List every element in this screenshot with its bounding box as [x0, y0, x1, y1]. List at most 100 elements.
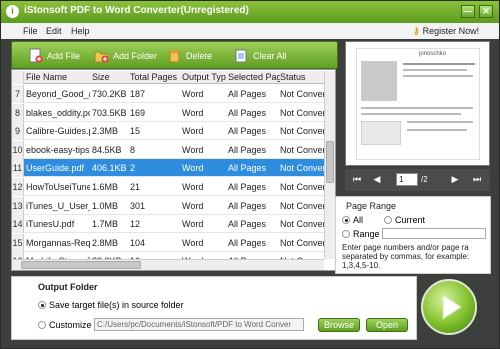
page-range-panel: Page Range All Current Range Enter page …: [335, 196, 491, 274]
col-selected-pages[interactable]: Selected Pag: [228, 72, 280, 82]
table-row[interactable]: blakes_oddity.pc 703.5KB 169 Word All Pages N…: [24, 104, 324, 122]
table-corner: [12, 71, 24, 84]
cell-pages: 2: [130, 163, 136, 174]
menu-edit[interactable]: Edit: [46, 26, 62, 36]
cell-status: Not Conver: [280, 182, 324, 192]
horizontal-scrollbar[interactable]: [13, 259, 324, 270]
row-number: 7: [12, 85, 24, 103]
table-row[interactable]: Calibre-Guides.p 2.3MB 15 Word All Pages Not …: [24, 122, 324, 141]
cell-status: Not Conver: [280, 200, 324, 211]
cell-size: 2.8MB: [92, 237, 119, 248]
preview-line: [361, 113, 461, 115]
play-icon: [442, 294, 462, 320]
row-number: 13: [12, 196, 24, 215]
scroll-thumb[interactable]: [326, 141, 334, 183]
table-row[interactable]: HowToUseiTune: 1.6MB 21 Word All Pages Not Co…: [24, 178, 324, 196]
range-radio[interactable]: [342, 230, 350, 238]
cell-status: Not Conver: [280, 219, 324, 230]
cell-type: Word: [182, 219, 204, 230]
preview-line: [361, 107, 473, 109]
add-file-button[interactable]: Add File: [28, 48, 80, 64]
menu-help[interactable]: Help: [71, 26, 90, 36]
menu-file[interactable]: File: [23, 26, 38, 36]
preview-page: jonoschko: [356, 48, 480, 160]
customize-radio[interactable]: [38, 321, 46, 329]
cell-name: HowToUseiTune:: [26, 182, 90, 192]
clear-all-button[interactable]: Clear All: [234, 48, 287, 64]
vertical-scrollbar[interactable]: [324, 71, 335, 259]
app-logo-icon: i: [6, 5, 19, 18]
output-path-field[interactable]: C:/Users/pc/Documents/iStonsoft/PDF to W…: [94, 318, 304, 331]
page-total: /2: [421, 175, 428, 184]
preview-box: [361, 121, 401, 145]
cell-status: Not Conver: [280, 144, 324, 155]
cell-size: 406.1KB: [92, 163, 127, 174]
first-page-button[interactable]: ⏮: [351, 173, 363, 186]
last-page-button[interactable]: ⏭: [471, 173, 483, 186]
all-radio[interactable]: [342, 216, 350, 224]
col-size[interactable]: Size: [92, 72, 130, 82]
cell-selected: All Pages: [228, 163, 267, 174]
title-bar: i iStonsoft PDF to Word Converter(Unregi…: [1, 1, 499, 23]
key-icon: ⚷: [413, 26, 420, 36]
cell-status: Not Conver: [280, 89, 324, 99]
col-file-name[interactable]: File Name: [26, 72, 90, 82]
row-number: 11: [12, 159, 24, 178]
output-folder-title: Output Folder: [38, 282, 98, 292]
page-preview: jonoschko: [345, 41, 490, 166]
toolbar: Add File Add Folder Delete Clear All: [11, 41, 338, 69]
cell-selected: All Pages: [228, 107, 267, 118]
range-label: Range: [353, 229, 380, 239]
cell-size: 1.7MB: [92, 219, 119, 230]
delete-button[interactable]: Delete: [167, 48, 212, 64]
cell-name: Beyond_Good_ar: [26, 89, 90, 99]
current-radio[interactable]: [384, 216, 392, 224]
clear-all-icon: [235, 49, 247, 63]
col-output-type[interactable]: Output Typ: [182, 72, 228, 82]
customize-label: Customize: [49, 320, 92, 330]
cell-size: 84.5KB: [92, 144, 122, 155]
page-number-input[interactable]: 1: [396, 173, 418, 186]
row-number: 14: [12, 215, 24, 234]
close-button[interactable]: ✕: [479, 5, 493, 18]
trash-icon: [169, 50, 180, 63]
file-table: File Name Size Total Pages Output Typ Se…: [11, 69, 336, 271]
cell-selected: All Pages: [228, 237, 267, 248]
col-total-pages[interactable]: Total Pages: [130, 72, 182, 82]
cell-type: Word: [182, 89, 204, 99]
cell-pages: 187: [130, 89, 146, 99]
prev-page-button[interactable]: ◀: [371, 173, 383, 186]
cell-status: Not Conver: [280, 107, 324, 118]
save-source-label: Save target file(s) in source folder: [49, 300, 184, 310]
row-number: 9: [12, 122, 24, 141]
save-source-radio[interactable]: [38, 301, 46, 309]
minimize-button[interactable]: —: [461, 5, 475, 18]
table-row[interactable]: ebook-easy-tips. 84.5KB 8 Word All Pages Not …: [24, 141, 324, 159]
next-page-button[interactable]: ▶: [449, 173, 461, 186]
range-input[interactable]: [382, 228, 486, 239]
cell-type: Word: [182, 163, 204, 174]
convert-start-button[interactable]: [421, 279, 477, 335]
cell-selected: All Pages: [228, 219, 267, 230]
row-number: 10: [12, 140, 24, 159]
browse-button[interactable]: Browse: [318, 318, 360, 332]
page-range-title: Page Range: [346, 201, 397, 211]
open-button[interactable]: Open: [366, 318, 408, 332]
cell-type: Word: [182, 182, 204, 192]
add-folder-button[interactable]: Add Folder: [94, 48, 157, 64]
cell-selected: All Pages: [228, 200, 267, 211]
hscroll-thumb[interactable]: [21, 261, 141, 269]
table-row[interactable]: Morgannas-Req 2.8MB 104 Word All Pages Not Co…: [24, 234, 324, 252]
table-row[interactable]: UserGuide.pdf 406.1KB 2 Word All Pages Not Co…: [24, 159, 324, 178]
table-row[interactable]: iTunes_U_User_G1.0MB 301 Word All Pages Not …: [24, 197, 324, 215]
table-header: File Name Size Total Pages Output Typ Se…: [24, 71, 324, 84]
table-row[interactable]: iTunesU.pdf 1.7MB 12 Word All Pages Not Conve…: [24, 215, 324, 234]
preview-line: [403, 63, 475, 65]
col-status[interactable]: Status: [280, 72, 324, 82]
cell-name: Calibre-Guides.p: [26, 126, 90, 137]
table-row[interactable]: Beyond_Good_ar 730.2KB 187 Word All Pages Not…: [24, 85, 324, 103]
register-link[interactable]: ⚷ Register Now!: [413, 26, 479, 37]
preview-image: [361, 61, 397, 101]
row-number: 8: [12, 103, 24, 122]
cell-type: Word: [182, 237, 204, 248]
